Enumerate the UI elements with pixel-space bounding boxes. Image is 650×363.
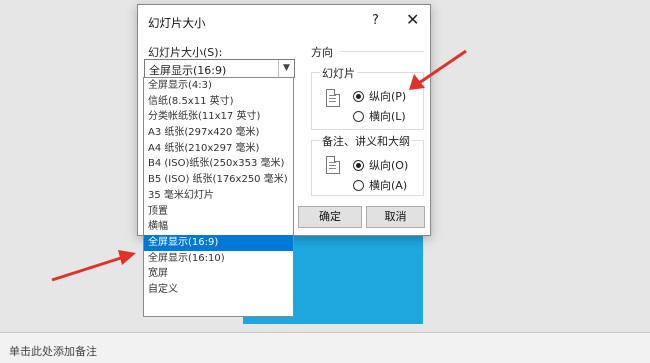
slides-portrait-radio[interactable]: 纵向(P) bbox=[353, 88, 407, 103]
dropdown-option[interactable]: 横幅 bbox=[144, 219, 293, 235]
notes-pane[interactable]: 单击此处添加备注 bbox=[0, 332, 650, 363]
dropdown-option[interactable]: 全屏显示(16:10) bbox=[144, 251, 293, 267]
orientation-label: 方向 bbox=[311, 46, 333, 59]
dropdown-option[interactable]: A4 纸张(210x297 毫米) bbox=[144, 141, 293, 157]
portrait-page-icon bbox=[326, 156, 340, 174]
notes-landscape-label: 横向(A) bbox=[369, 179, 408, 192]
notes-portrait-radio[interactable]: 纵向(O) bbox=[353, 157, 409, 172]
portrait-page-icon bbox=[326, 89, 340, 107]
radio-icon[interactable] bbox=[353, 180, 364, 191]
close-icon[interactable]: ✕ bbox=[406, 10, 419, 29]
notes-portrait-label: 纵向(O) bbox=[369, 159, 409, 172]
chevron-down-icon[interactable]: ▼ bbox=[278, 60, 294, 77]
slide-size-dropdown[interactable]: 全屏显示(4:3) 信纸(8.5x11 英寸) 分类帐纸张(11x17 英寸) … bbox=[143, 77, 294, 317]
dialog-title: 幻灯片大小 bbox=[148, 16, 206, 30]
radio-icon[interactable] bbox=[353, 111, 364, 122]
slides-orientation-group: 幻灯片 纵向(P) 横向(L) bbox=[311, 65, 424, 130]
radio-selected-icon[interactable] bbox=[353, 160, 364, 171]
dropdown-option[interactable]: A3 纸张(297x420 毫米) bbox=[144, 125, 293, 141]
notes-landscape-radio[interactable]: 横向(A) bbox=[353, 177, 408, 192]
ok-button[interactable]: 确定 bbox=[298, 206, 362, 228]
slide-size-label: 幻灯片大小(S): bbox=[148, 46, 223, 59]
slide-size-value: 全屏显示(16:9) bbox=[149, 64, 227, 77]
slides-landscape-radio[interactable]: 横向(L) bbox=[353, 108, 406, 123]
notes-orientation-group: 备注、讲义和大纲 纵向(O) 横向(A) bbox=[311, 133, 424, 196]
dropdown-option[interactable]: 自定义 bbox=[144, 282, 293, 298]
dropdown-option[interactable]: 全屏显示(4:3) bbox=[144, 78, 293, 94]
slides-group-title: 幻灯片 bbox=[320, 65, 357, 81]
notes-placeholder: 单击此处添加备注 bbox=[9, 345, 97, 358]
cancel-button[interactable]: 取消 bbox=[366, 206, 425, 228]
dropdown-option[interactable]: B4 (ISO)纸张(250x353 毫米) bbox=[144, 156, 293, 172]
dropdown-option[interactable]: B5 (ISO) 纸张(176x250 毫米) bbox=[144, 172, 293, 188]
dropdown-option[interactable]: 宽屏 bbox=[144, 266, 293, 282]
dropdown-option[interactable]: 35 毫米幻灯片 bbox=[144, 188, 293, 204]
radio-selected-icon[interactable] bbox=[353, 91, 364, 102]
slides-portrait-label: 纵向(P) bbox=[369, 90, 407, 103]
dropdown-option[interactable]: 分类帐纸张(11x17 英寸) bbox=[144, 109, 293, 125]
help-icon[interactable]: ? bbox=[372, 13, 379, 28]
notes-group-title: 备注、讲义和大纲 bbox=[320, 133, 412, 149]
slides-landscape-label: 横向(L) bbox=[369, 110, 406, 123]
dropdown-option[interactable]: 顶置 bbox=[144, 204, 293, 220]
slide-size-select[interactable]: 全屏显示(16:9) ▼ bbox=[144, 59, 295, 78]
orientation-divider bbox=[340, 51, 424, 52]
dropdown-option-selected[interactable]: 全屏显示(16:9) bbox=[144, 234, 293, 251]
dropdown-option[interactable]: 信纸(8.5x11 英寸) bbox=[144, 94, 293, 110]
